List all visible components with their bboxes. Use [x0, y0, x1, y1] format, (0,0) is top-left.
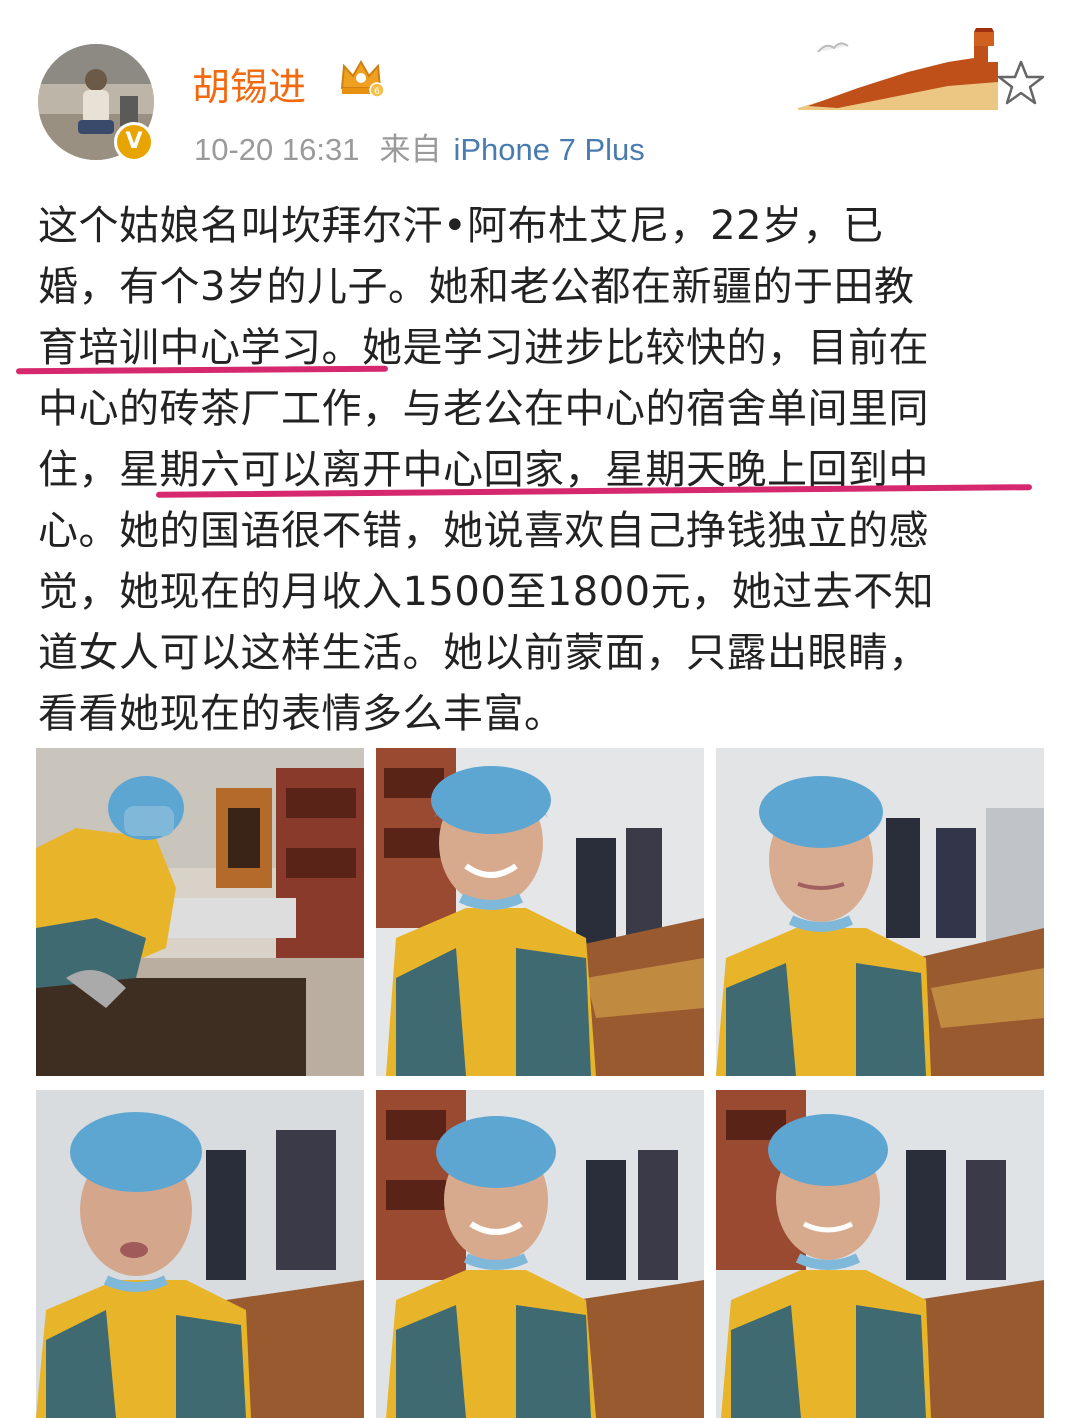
post-text-line: 中心的砖茶厂工作，与老公在中心的宿舍单间里同: [38, 386, 929, 432]
post-text-line: 心。她的国语很不错，她说喜欢自己挣钱独立的感: [38, 508, 929, 554]
post-text-line: 看看她现在的表情多么丰富。: [38, 691, 565, 737]
verified-icon: V: [114, 122, 154, 162]
post-meta: 10-20 16:31 来自 iPhone 7 Plus: [194, 124, 645, 169]
member-level: 6: [374, 87, 380, 97]
post-text-line: 婚，有个3岁的儿子。她和老公都在新疆的于田教: [38, 264, 915, 310]
author-name[interactable]: 胡锡进: [192, 56, 306, 111]
post-text-line: 这个姑娘名叫坎拜尔汗•阿布杜艾尼，22岁，已: [38, 203, 884, 249]
post-text-line: 觉，她现在的月收入1500至1800元，她过去不知: [38, 569, 935, 615]
post-text: 这个姑娘名叫坎拜尔汗•阿布杜艾尼，22岁，已 婚，有个3岁的儿子。她和老公都在新…: [38, 196, 1038, 745]
great-wall-decoration: [798, 28, 998, 110]
photo-thumbnail[interactable]: [36, 1090, 364, 1418]
photo-thumbnail[interactable]: [716, 1090, 1044, 1418]
post-text-line: 道女人可以这样生活。她以前蒙面，只露出眼睛，: [38, 630, 929, 676]
photo-thumbnail[interactable]: [376, 748, 704, 1076]
crown-icon[interactable]: 6: [338, 58, 384, 98]
photo-thumbnail[interactable]: [36, 748, 364, 1076]
photo-thumbnail[interactable]: [716, 748, 1044, 1076]
device-link[interactable]: iPhone 7 Plus: [453, 132, 644, 167]
from-label: 来自: [379, 132, 442, 167]
star-icon[interactable]: [996, 58, 1046, 108]
weibo-post: V 胡锡进 6 10-20 16:31 来自 iPhone 7 Plus 这个姑娘名…: [0, 0, 1080, 1418]
post-time: 10-20 16:31: [194, 132, 360, 167]
photo-thumbnail[interactable]: [376, 1090, 704, 1418]
